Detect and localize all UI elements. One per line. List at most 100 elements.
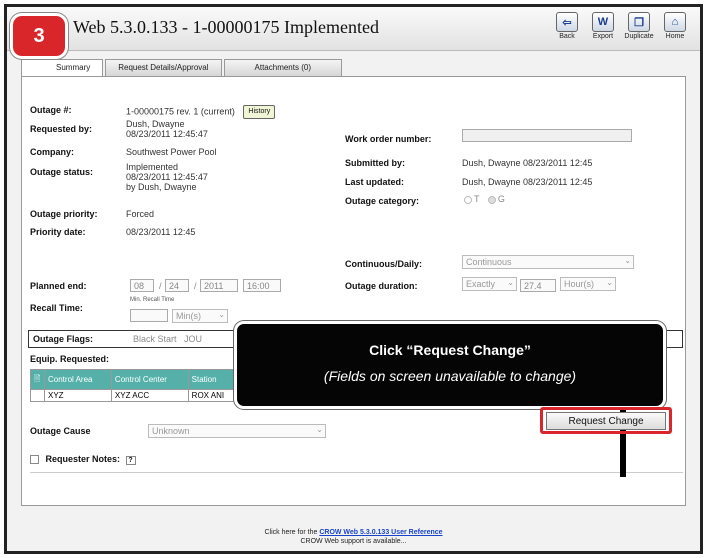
company-label: Company: <box>30 147 75 157</box>
planned-end-day[interactable]: 24 <box>165 279 189 292</box>
history-button[interactable]: History <box>243 105 276 119</box>
footer-support: CROW Web support is available... <box>300 538 407 545</box>
planned-end-time[interactable]: 16:00 <box>243 279 281 292</box>
outage-status-label: Outage status: <box>30 167 94 177</box>
callout-heading: Click “Request Change” <box>369 342 531 358</box>
tab-summary[interactable]: Summary <box>21 59 104 76</box>
outage-flags-label: Outage Flags: <box>33 334 94 344</box>
duplicate-button[interactable]: ❐ Duplicate <box>622 12 656 40</box>
cell-control-center: XYZ ACC <box>110 389 189 402</box>
col-control-area: Control Area <box>44 369 112 390</box>
outage-category-radios: T G <box>458 194 505 204</box>
user-reference-link[interactable]: CROW Web 5.3.0.133 User Reference <box>319 529 442 536</box>
duration-value-field[interactable]: 27.4 <box>520 279 556 292</box>
continuous-select[interactable]: Continuous ⌄ <box>462 255 634 269</box>
back-arrow-icon: ⇦ <box>556 12 578 32</box>
home-label: Home <box>665 33 685 40</box>
chevron-down-icon: ⌄ <box>218 310 225 319</box>
outage-status-line3: by Dush, Dwayne <box>126 182 197 192</box>
step-badge: 3 <box>10 13 68 59</box>
work-order-label: Work order number: <box>345 134 432 144</box>
duration-mode-value: Exactly <box>466 279 496 289</box>
divider <box>30 472 683 473</box>
export-button[interactable]: W Export <box>586 12 620 40</box>
home-icon: ⌂ <box>664 12 686 32</box>
col-control-center: Control Center <box>110 369 189 390</box>
footer: Click here for the CROW Web 5.3.0.133 Us… <box>7 523 700 551</box>
outage-num-value: 1-00000175 rev. 1 (current) <box>126 106 235 117</box>
duplicate-label: Duplicate <box>624 33 654 40</box>
export-label: Export <box>592 33 614 40</box>
word-document-icon: W <box>592 12 614 32</box>
duration-unit-value: Hour(s) <box>564 279 595 289</box>
chevron-down-icon: ⌄ <box>316 425 323 434</box>
requester-notes-label: Requester Notes: <box>45 454 121 464</box>
priority-date-value: 08/23/2011 12:45 <box>126 227 196 237</box>
planned-end-month[interactable]: 08 <box>130 279 154 292</box>
chevron-down-icon: ⌄ <box>606 278 613 287</box>
tab-bar: Summary Request Details/Approval Attachm… <box>21 59 342 76</box>
table-row[interactable]: XYZ XYZ ACC ROX ANI <box>30 389 241 402</box>
recall-time-label: Recall Time: <box>30 303 83 313</box>
planned-end-year[interactable]: 2011 <box>200 279 238 292</box>
toolbar: ⇦ Back W Export ❐ Duplicate ⌂ Home <box>550 12 692 40</box>
planned-end-label: Planned end: <box>30 281 87 291</box>
duplicate-icon: ❐ <box>628 12 650 32</box>
outage-cause-select[interactable]: Unknown ⌄ <box>148 424 326 438</box>
last-updated-label: Last updated: <box>345 177 405 187</box>
duration-unit-select[interactable]: Hour(s) ⌄ <box>560 277 616 291</box>
outage-cause-value: Unknown <box>152 426 190 436</box>
continuous-value: Continuous <box>466 257 512 267</box>
footer-prefix: Click here for the <box>264 529 318 536</box>
cell-control-area: XYZ <box>44 389 112 402</box>
requested-by-label: Requested by: <box>30 124 93 134</box>
outage-duration-label: Outage duration: <box>345 281 418 291</box>
chevron-down-icon: ⌄ <box>507 278 514 287</box>
submitted-by-label: Submitted by: <box>345 158 405 168</box>
recall-unit-select[interactable]: Min(s) ⌄ <box>172 309 228 323</box>
outage-flags-value: Black Start JOU <box>133 334 203 344</box>
radio-t[interactable] <box>464 195 472 204</box>
requested-by-name: Dush, Dwayne <box>126 119 185 129</box>
outage-status-line1: Implemented <box>126 162 179 172</box>
equip-requested-label: Equip. Requested: <box>30 354 110 364</box>
back-label: Back <box>559 33 575 40</box>
tab-request-details[interactable]: Request Details/Approval <box>105 59 222 76</box>
col-station: Station <box>187 369 241 390</box>
outage-status-line2: 08/23/2011 12:45:47 <box>126 172 208 182</box>
recall-time-field[interactable] <box>130 309 168 322</box>
outage-category-label: Outage category: <box>345 196 420 206</box>
work-order-field[interactable] <box>462 129 632 142</box>
outage-num-row: 1-00000175 rev. 1 (current) History <box>126 105 276 119</box>
doc-icon-header: 🗎 <box>30 369 45 390</box>
instruction-callout: Click “Request Change” (Fields on screen… <box>234 321 666 409</box>
outage-num-label: Outage #: <box>30 105 72 115</box>
continuous-label: Continuous/Daily: <box>345 259 422 269</box>
app-window: Web 5.3.0.133 - 1-00000175 Implemented ⇦… <box>4 4 703 554</box>
requester-notes-checkbox[interactable] <box>30 455 39 465</box>
radio-g[interactable] <box>487 195 496 204</box>
duration-mode-select[interactable]: Exactly ⌄ <box>462 277 517 291</box>
home-button[interactable]: ⌂ Home <box>658 12 692 40</box>
table-header-row: 🗎 Control Area Control Center Station <box>30 369 241 390</box>
summary-panel: Outage #: 1-00000175 rev. 1 (current) Hi… <box>21 76 686 506</box>
tab-attachments[interactable]: Attachments (0) <box>223 59 342 76</box>
priority-date-label: Priority date: <box>30 227 86 237</box>
outage-priority-label: Outage priority: <box>30 209 98 219</box>
title-bar: Web 5.3.0.133 - 1-00000175 Implemented ⇦… <box>7 7 700 51</box>
last-updated-value: Dush, Dwayne 08/23/2011 12:45 <box>462 177 593 187</box>
outage-cause-label: Outage Cause <box>30 426 91 436</box>
help-icon[interactable]: ? <box>125 456 136 465</box>
highlight-box <box>540 407 672 434</box>
callout-subtext: (Fields on screen unavailable to change) <box>323 368 577 384</box>
min-recall-label: Min. Recall Time <box>130 297 175 303</box>
page-title: Web 5.3.0.133 - 1-00000175 Implemented <box>73 17 379 37</box>
cell-station: ROX ANI <box>187 389 241 402</box>
back-button[interactable]: ⇦ Back <box>550 12 584 40</box>
recall-unit-value: Min(s) <box>176 311 201 321</box>
company-value: Southwest Power Pool <box>126 147 217 157</box>
equip-table: 🗎 Control Area Control Center Station XY… <box>30 369 241 402</box>
requester-notes-row[interactable]: Requester Notes: ? <box>30 454 136 465</box>
outage-priority-value: Forced <box>126 209 155 219</box>
submitted-by-value: Dush, Dwayne 08/23/2011 12:45 <box>462 158 593 168</box>
